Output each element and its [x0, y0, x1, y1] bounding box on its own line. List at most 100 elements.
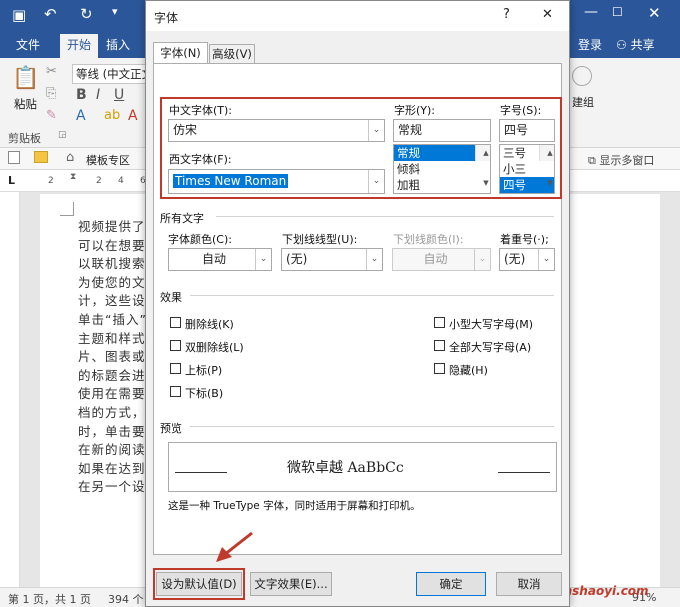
- login-link[interactable]: 登录: [578, 36, 602, 53]
- divider: [216, 216, 554, 217]
- redo-icon[interactable]: ↻: [80, 5, 93, 23]
- cancel-button[interactable]: 取消: [496, 572, 562, 596]
- annotation-highlight-box: [160, 97, 562, 199]
- divider: [190, 295, 554, 296]
- word-count[interactable]: 394 个: [108, 591, 144, 607]
- dialog-close-button[interactable]: ✕: [542, 7, 553, 22]
- customize-icon[interactable]: ▾: [112, 5, 118, 18]
- page-corner-mark: [60, 202, 74, 216]
- emphasis-value: (无): [504, 252, 526, 266]
- underline-icon[interactable]: U: [114, 87, 124, 103]
- group-label[interactable]: 建组: [572, 94, 594, 110]
- effects-heading: 效果: [160, 291, 182, 304]
- undo-icon[interactable]: ↶: [44, 5, 57, 23]
- checkbox-label: 下标(B): [185, 387, 224, 400]
- checkbox-box[interactable]: [170, 340, 181, 351]
- chevron-down-icon[interactable]: ⌄: [366, 249, 382, 270]
- checkbox-label: 上标(P): [185, 364, 223, 377]
- preview-box: 微软卓越 AaBbCc: [168, 442, 557, 492]
- font-color-value: 自动: [201, 252, 226, 266]
- font-color-combo[interactable]: 自动 ⌄: [168, 248, 272, 271]
- ok-button[interactable]: 确定: [416, 572, 486, 596]
- tab-stop-icon[interactable]: L: [8, 174, 15, 187]
- font-dialog: 字体 ? ✕ 字体(N) 高级(V) 中文字体(T): 仿宋 ⌄ 西文字体(F)…: [145, 0, 570, 607]
- page-count[interactable]: 第 1 页，共 1 页: [8, 591, 91, 607]
- multi-window-button[interactable]: ⧉ 显示多窗口: [588, 152, 654, 168]
- cut-icon[interactable]: ✂: [46, 64, 57, 79]
- checkbox-label: 隐藏(H): [449, 364, 488, 377]
- ruler-number: 2: [96, 176, 102, 186]
- share-button[interactable]: ⚇ 共享: [616, 36, 655, 53]
- checkbox-box[interactable]: [434, 317, 445, 328]
- checkbox-label: 删除线(K): [185, 318, 234, 331]
- paste-icon[interactable]: 📋: [12, 66, 39, 91]
- checkbox-box[interactable]: [170, 363, 181, 374]
- preview-text: 微软卓越 AaBbCc: [287, 460, 404, 476]
- shape-icon[interactable]: [572, 66, 592, 86]
- text-effects-icon[interactable]: A: [76, 108, 86, 124]
- save-icon[interactable]: ▣: [12, 6, 26, 24]
- dialog-title: 字体: [154, 11, 179, 25]
- tab-insert[interactable]: 插入: [106, 36, 130, 53]
- divider: [190, 426, 554, 427]
- font-color-label: 字体颜色(C):: [168, 233, 232, 246]
- tab-advanced[interactable]: 高级(V): [209, 44, 255, 64]
- checkbox-box[interactable]: [170, 386, 181, 397]
- window-close-icon[interactable]: ✕: [648, 4, 661, 22]
- user-icon: ⚇: [616, 38, 627, 52]
- dialog-launcher-icon[interactable]: ◲: [58, 130, 67, 140]
- clipboard-label: 剪贴板: [8, 132, 41, 145]
- highlight-icon[interactable]: ab: [104, 108, 120, 123]
- checkbox-label: 小型大写字母(M): [449, 318, 534, 331]
- checkbox-box[interactable]: [170, 317, 181, 328]
- help-button[interactable]: ?: [503, 7, 510, 22]
- chevron-down-icon[interactable]: ⌄: [255, 249, 271, 270]
- all-text-heading: 所有文字: [160, 212, 204, 225]
- minimize-icon[interactable]: —: [584, 4, 598, 20]
- underline-style-combo[interactable]: (无) ⌄: [281, 248, 383, 271]
- underline-color-combo: 自动 ⌄: [392, 248, 491, 271]
- folder-icon[interactable]: [34, 151, 48, 163]
- checkbox-label: 全部大写字母(A): [449, 341, 532, 354]
- checkbox-box[interactable]: [434, 340, 445, 351]
- format-painter-icon[interactable]: ✎: [46, 108, 57, 123]
- emphasis-label: 着重号(·);: [500, 233, 549, 246]
- underline-style-label: 下划线线型(U):: [282, 233, 358, 246]
- template-zone-link[interactable]: 模板专区: [86, 152, 130, 168]
- preview-baseline-left: [175, 472, 227, 473]
- window-icon: ⧉: [588, 154, 596, 167]
- preview-heading: 预览: [160, 422, 182, 435]
- underline-color-value: 自动: [423, 252, 448, 266]
- tab-font[interactable]: 字体(N): [153, 42, 208, 64]
- annotation-arrow-icon: [216, 531, 253, 562]
- emphasis-combo[interactable]: (无) ⌄: [499, 248, 555, 271]
- ruler-number: 2: [48, 176, 54, 186]
- home-icon[interactable]: ⌂: [66, 150, 74, 165]
- tab-file[interactable]: 文件: [16, 36, 40, 53]
- paste-label[interactable]: 粘贴: [14, 96, 37, 112]
- copy-icon[interactable]: ⎘: [46, 86, 56, 101]
- font-description: 这是一种 TrueType 字体，同时适用于屏幕和打印机。: [168, 500, 421, 512]
- indent-marker-icon[interactable]: ⧗: [70, 172, 76, 182]
- vertical-ruler[interactable]: [0, 192, 20, 587]
- underline-style-value: (无): [286, 252, 308, 266]
- checkbox-label: 双删除线(L): [185, 341, 244, 354]
- share-label: 共享: [630, 38, 655, 52]
- font-name-box[interactable]: 等线 (中文正文: [72, 64, 147, 84]
- underline-color-label: 下划线颜色(I):: [393, 233, 464, 246]
- text-effects-button[interactable]: 文字效果(E)...: [250, 572, 332, 596]
- maximize-icon[interactable]: ☐: [612, 5, 623, 19]
- font-color-icon[interactable]: A: [128, 108, 138, 124]
- italic-icon[interactable]: I: [96, 87, 100, 103]
- annotation-highlight-box: [153, 568, 245, 600]
- checkbox-box[interactable]: [434, 363, 445, 374]
- bold-icon[interactable]: B: [76, 87, 87, 103]
- multi-window-label: 显示多窗口: [599, 154, 655, 167]
- ruler-number: 4: [118, 176, 124, 186]
- chevron-down-icon[interactable]: ⌄: [538, 249, 554, 270]
- preview-baseline-right: [498, 472, 550, 473]
- tab-home[interactable]: 开始: [60, 34, 98, 58]
- new-doc-icon[interactable]: [8, 151, 20, 164]
- chevron-down-icon: ⌄: [474, 249, 490, 270]
- dialog-title-bar: 字体 ? ✕: [146, 1, 569, 31]
